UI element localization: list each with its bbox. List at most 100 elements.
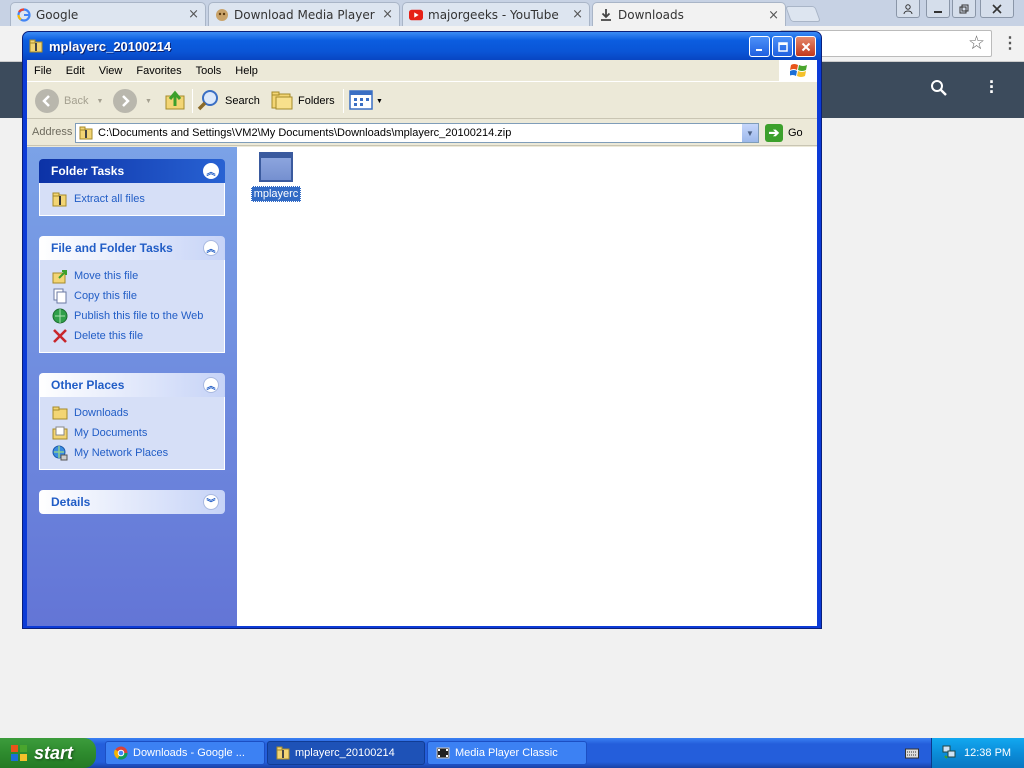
link-label: My Documents [74,427,148,439]
zip-folder-icon [79,126,93,140]
collapse-icon[interactable]: ︽ [203,240,219,256]
folder-tasks-header[interactable]: Folder Tasks ︽ [39,159,225,183]
bookmark-star-icon[interactable]: ☆ [968,32,985,55]
extract-all-link[interactable]: Extract all files [52,189,224,209]
panel-title: Details [51,495,91,509]
search-icon[interactable] [929,78,949,98]
file-list-area[interactable]: mplayerc [237,147,817,626]
delete-file-link[interactable]: Delete this file [52,326,224,346]
maximize-button[interactable] [772,36,793,57]
close-icon[interactable]: × [572,7,583,22]
copy-file-link[interactable]: Copy this file [52,286,224,306]
forward-arrow-icon [113,89,137,113]
file-folder-tasks-header[interactable]: File and Folder Tasks ︽ [39,236,225,260]
minimize-icon[interactable] [926,0,950,18]
chrome-icon [114,746,128,760]
other-places-header[interactable]: Other Places ︽ [39,373,225,397]
my-network-places-link[interactable]: My Network Places [52,443,224,463]
delete-icon [52,328,68,344]
close-button[interactable] [795,36,816,57]
tab-title: Downloads [618,8,684,22]
taskbar-item-media-player[interactable]: Media Player Classic [427,741,587,765]
file-name: mplayerc [250,186,302,202]
menu-file[interactable]: File [27,65,59,77]
details-header[interactable]: Details ︾ [39,490,225,514]
network-tray-icon[interactable] [942,745,956,762]
taskbar: start Downloads - Google ... mplayerc_20… [0,738,1024,768]
views-button[interactable]: ▼ [349,86,383,116]
details-panel: Details ︾ [39,490,225,514]
address-value: C:\Documents and Settings\VM2\My Documen… [98,127,512,139]
keyboard-icon[interactable] [905,747,919,759]
close-icon[interactable]: × [382,7,393,22]
taskbar-item-label: mplayerc_20100214 [295,747,395,759]
back-arrow-icon [35,89,59,113]
menu-tools[interactable]: Tools [189,65,229,77]
download-icon [599,8,613,22]
downloads-link[interactable]: Downloads [52,403,224,423]
extract-icon [52,191,68,207]
google-icon [17,7,31,22]
browser-tab-mpc[interactable]: Download Media Player Classic × [208,2,400,26]
address-field[interactable]: C:\Documents and Settings\VM2\My Documen… [75,123,759,143]
file-folder-tasks-body: Move this file Copy this file Publish th… [39,260,225,353]
restore-icon[interactable] [952,0,976,18]
more-options-icon[interactable]: · · · [989,73,995,101]
file-item[interactable]: mplayerc [250,152,302,202]
clock[interactable]: 12:38 PM [964,747,1011,759]
panel-title: File and Folder Tasks [51,241,173,255]
taskbar-item-label: Media Player Classic [455,747,558,759]
move-icon [52,268,68,284]
taskbar-item-explorer[interactable]: mplayerc_20100214 [267,741,425,765]
menu-favorites[interactable]: Favorites [129,65,188,77]
publish-web-link[interactable]: Publish this file to the Web [52,306,224,326]
back-button[interactable]: Back ▼ [35,86,103,116]
panel-title: Folder Tasks [51,164,125,178]
address-bar: Address C:\Documents and Settings\VM2\My… [27,120,817,146]
youtube-icon [409,8,423,22]
documents-folder-icon [52,425,68,441]
start-button[interactable]: start [0,738,96,768]
new-tab-button[interactable] [785,6,821,22]
standard-toolbar: Back ▼ ▼ Search Folders ▼ [27,83,817,119]
chevron-down-icon: ▼ [376,97,383,105]
other-places-panel: Other Places ︽ Downloads My Documents My… [39,373,225,470]
zip-folder-icon [29,39,43,53]
panel-title: Other Places [51,378,125,392]
user-icon[interactable] [896,0,920,18]
system-tray: 12:38 PM [931,738,1024,768]
collapse-icon[interactable]: ︽ [203,163,219,179]
collapse-icon[interactable]: ︽ [203,377,219,393]
search-button[interactable]: Search [197,86,260,116]
up-folder-button[interactable] [163,86,187,116]
menu-view[interactable]: View [92,65,130,77]
close-icon[interactable]: × [188,7,199,22]
close-icon[interactable]: × [768,8,779,23]
windows-logo-icon [10,744,28,762]
close-window-icon[interactable] [980,0,1014,18]
explorer-title-bar[interactable]: mplayerc_20100214 [23,32,821,60]
folders-button[interactable]: Folders [270,86,335,116]
browser-tab-youtube[interactable]: majorgeeks - YouTube × [402,2,590,26]
move-file-link[interactable]: Move this file [52,266,224,286]
menu-help[interactable]: Help [228,65,265,77]
minimize-button[interactable] [749,36,770,57]
browser-menu-icon[interactable]: ⋮ [1002,33,1018,53]
address-dropdown-icon[interactable]: ▼ [741,124,758,142]
browser-tab-strip: Google × Download Media Player Classic ×… [0,0,1024,27]
browser-tab-downloads[interactable]: Downloads × [592,2,786,27]
tab-title: Google [36,7,79,22]
search-label: Search [225,95,260,107]
go-button[interactable]: ➔ Go [765,124,803,142]
tab-title: Download Media Player Classic [234,7,376,22]
task-pane: Folder Tasks ︽ Extract all files File an… [27,147,237,626]
forward-button[interactable]: ▼ [113,86,152,116]
browser-tab-google[interactable]: Google × [10,2,206,26]
taskbar-item-chrome[interactable]: Downloads - Google ... [105,741,265,765]
my-documents-link[interactable]: My Documents [52,423,224,443]
windows-logo-icon [779,60,817,82]
expand-icon[interactable]: ︾ [203,494,219,510]
menu-edit[interactable]: Edit [59,65,92,77]
explorer-window: mplayerc_20100214 File Edit View Favorit… [22,31,822,629]
file-folder-tasks-panel: File and Folder Tasks ︽ Move this file C… [39,236,225,353]
